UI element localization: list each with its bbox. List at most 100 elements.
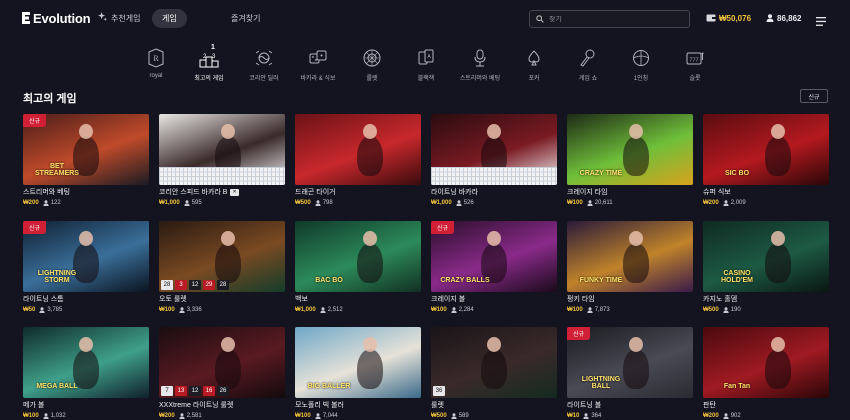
search-box[interactable] xyxy=(529,10,690,28)
user-icon xyxy=(451,412,457,419)
game-title[interactable]: 드래곤 타이거 xyxy=(295,187,421,197)
game-thumbnail[interactable]: Fan Tan xyxy=(703,327,829,398)
nav-recommended[interactable]: 추천게임 xyxy=(88,9,150,28)
svg-text:R: R xyxy=(153,54,159,63)
game-title[interactable]: XXXtreme 라이트닝 룰렛 xyxy=(159,400,285,410)
recent-number: 12 xyxy=(189,386,201,396)
category-blackjack[interactable]: A 블랙잭 xyxy=(398,47,454,85)
game-thumbnail[interactable]: LIGHTNING STORM 신규 xyxy=(23,221,149,292)
game-thumbnail[interactable]: BET STREAMERS 신규 xyxy=(23,114,149,185)
game-card[interactable]: SIC BO 슈퍼 식보 ₩200 2,009 xyxy=(703,114,829,207)
category-roulette[interactable]: 룰렛 xyxy=(344,47,400,85)
game-title[interactable]: 코리안 스피드 바카라 B ✕ xyxy=(159,187,285,197)
min-bet: ₩1,000 xyxy=(295,306,316,313)
game-title[interactable]: 판탄 xyxy=(703,400,829,410)
game-thumbnail[interactable] xyxy=(159,114,285,185)
category-streamers[interactable]: 스트리머와 베팅 xyxy=(452,47,508,85)
game-card[interactable]: MEGA BALL 메가 볼 ₩100 1,032 xyxy=(23,327,149,420)
game-card[interactable]: BAC BO 백보 ₩1,000 2,512 xyxy=(295,221,421,314)
game-card[interactable]: 28 3 12 29 28 오토 룰렛 ₩100 3,336 xyxy=(159,221,285,314)
game-thumbnail[interactable] xyxy=(431,114,557,185)
game-title[interactable]: 라이트닝 볼 xyxy=(567,400,693,410)
user-icon xyxy=(179,306,185,313)
game-card[interactable]: CRAZY TIME 크레이지 타임 ₩100 20,611 xyxy=(567,114,693,207)
balance-display[interactable]: ₩50,076 xyxy=(706,12,751,25)
game-card[interactable]: Fan Tan 판탄 ₩200 902 xyxy=(703,327,829,420)
game-card[interactable]: 36 룰렛 ₩500 589 xyxy=(431,327,557,420)
game-title[interactable]: 슈퍼 식보 xyxy=(703,187,829,197)
category-slots[interactable]: 777 슬롯 xyxy=(667,47,723,85)
min-bet: ₩100 xyxy=(567,199,583,206)
game-thumbnail[interactable]: 28 3 12 29 28 xyxy=(159,221,285,292)
svg-text:3: 3 xyxy=(212,54,216,60)
game-card[interactable]: FUNKY TIME 펑키 타임 ₩100 7,873 xyxy=(567,221,693,314)
user-icon xyxy=(456,199,462,206)
dealer-head xyxy=(79,231,93,246)
game-thumbnail[interactable]: BAC BO xyxy=(295,221,421,292)
game-card[interactable]: LIGHTNING STORM 신규 라이트닝 스톰 ₩50 3,785 xyxy=(23,221,149,314)
game-title[interactable]: 모노폴리 빅 볼러 xyxy=(295,400,421,410)
nav-favorites[interactable]: 즐겨찾기 xyxy=(221,9,270,28)
game-title[interactable]: 백보 xyxy=(295,294,421,304)
korean-dealer-icon xyxy=(253,47,275,69)
min-bet: ₩100 xyxy=(295,412,311,419)
thumbnail-title: BIG BALLER xyxy=(307,383,351,390)
game-title[interactable]: 메가 볼 xyxy=(23,400,149,410)
nav-games[interactable]: 게임 xyxy=(152,9,187,28)
game-title[interactable]: 라이트닝 스톰 xyxy=(23,294,149,304)
game-title[interactable]: 룰렛 xyxy=(431,400,557,410)
game-card[interactable]: 라이트닝 바카라 ₩1,000 526 xyxy=(431,114,557,207)
category-korean-dealer[interactable]: 코리안 딜러 xyxy=(236,47,292,85)
category-poker[interactable]: 포커 xyxy=(506,47,562,85)
game-card[interactable]: BET STREAMERS 신규 스트리머와 베팅 ₩200 122 xyxy=(23,114,149,207)
new-filter-button[interactable]: 신규 xyxy=(800,89,828,103)
dealer-figure xyxy=(765,349,791,389)
game-thumbnail[interactable]: CRAZY TIME xyxy=(567,114,693,185)
game-card[interactable]: 드래곤 타이거 ₩500 798 xyxy=(295,114,421,207)
category-label: 코리안 딜러 xyxy=(249,76,279,82)
game-card[interactable]: CASINO HOLD'EM 카지노 홀뎀 ₩500 190 xyxy=(703,221,829,314)
game-title[interactable]: 펑키 타임 xyxy=(567,294,693,304)
player-count-value: 2,284 xyxy=(458,306,474,313)
dealer-head xyxy=(629,124,643,139)
min-bet: ₩500 xyxy=(703,306,719,313)
game-thumbnail[interactable] xyxy=(295,114,421,185)
game-card[interactable]: LIGHTNING BALL 신규 라이트닝 볼 ₩10 364 xyxy=(567,327,693,420)
game-thumbnail[interactable]: BIG BALLER xyxy=(295,327,421,398)
game-title[interactable]: 라이트닝 바카라 xyxy=(431,187,557,197)
category-top-games[interactable]: 1 23 최고의 게임 xyxy=(181,44,237,85)
game-card[interactable]: 7 13 12 16 26 XXXtreme 라이트닝 룰렛 ₩200 2,581 xyxy=(159,327,285,420)
logo-mark-icon xyxy=(22,12,30,24)
game-thumbnail[interactable]: FUNKY TIME xyxy=(567,221,693,292)
game-thumbnail[interactable]: LIGHTNING BALL 신규 xyxy=(567,327,693,398)
game-title[interactable]: 크레이지 타임 xyxy=(567,187,693,197)
game-card[interactable]: CRAZY BALLS 신규 크레이지 볼 ₩100 2,284 xyxy=(431,221,557,314)
game-thumbnail[interactable]: CASINO HOLD'EM xyxy=(703,221,829,292)
game-thumbnail[interactable]: CRAZY BALLS 신규 xyxy=(431,221,557,292)
category-baccarat-sicbo[interactable]: 바카라 & 식보 xyxy=(290,47,346,85)
game-thumbnail[interactable]: 7 13 12 16 26 xyxy=(159,327,285,398)
player-count: 190 xyxy=(723,307,741,313)
game-thumbnail[interactable]: 36 xyxy=(431,327,557,398)
game-card[interactable]: 코리안 스피드 바카라 B ✕ ₩1,000 595 xyxy=(159,114,285,207)
category-first-person[interactable]: 1인칭 xyxy=(613,47,669,85)
min-bet: ₩200 xyxy=(703,412,719,419)
category-royal[interactable]: R royal xyxy=(128,47,184,85)
category-game-show[interactable]: 게임 쇼 xyxy=(560,47,616,85)
first-person-icon xyxy=(630,47,652,69)
game-thumbnail[interactable]: MEGA BALL xyxy=(23,327,149,398)
game-title[interactable]: 크레이지 볼 xyxy=(431,294,557,304)
min-bet: ₩50 xyxy=(23,306,36,313)
hamburger-icon xyxy=(816,13,826,30)
game-thumbnail[interactable]: SIC BO xyxy=(703,114,829,185)
podium-icon: 23 xyxy=(198,47,220,69)
search-input[interactable] xyxy=(549,15,679,23)
player-count-value: 798 xyxy=(322,199,333,206)
game-title[interactable]: 카지노 홀뎀 xyxy=(703,294,829,304)
menu-button[interactable] xyxy=(816,13,826,26)
game-title[interactable]: 스트리머와 베팅 xyxy=(23,187,149,197)
min-bet: ₩1,000 xyxy=(431,199,452,206)
game-card[interactable]: BIG BALLER 모노폴리 빅 볼러 ₩100 7,044 xyxy=(295,327,421,420)
game-title[interactable]: 오토 룰렛 xyxy=(159,294,285,304)
evolution-logo[interactable]: Evolution xyxy=(22,10,91,26)
